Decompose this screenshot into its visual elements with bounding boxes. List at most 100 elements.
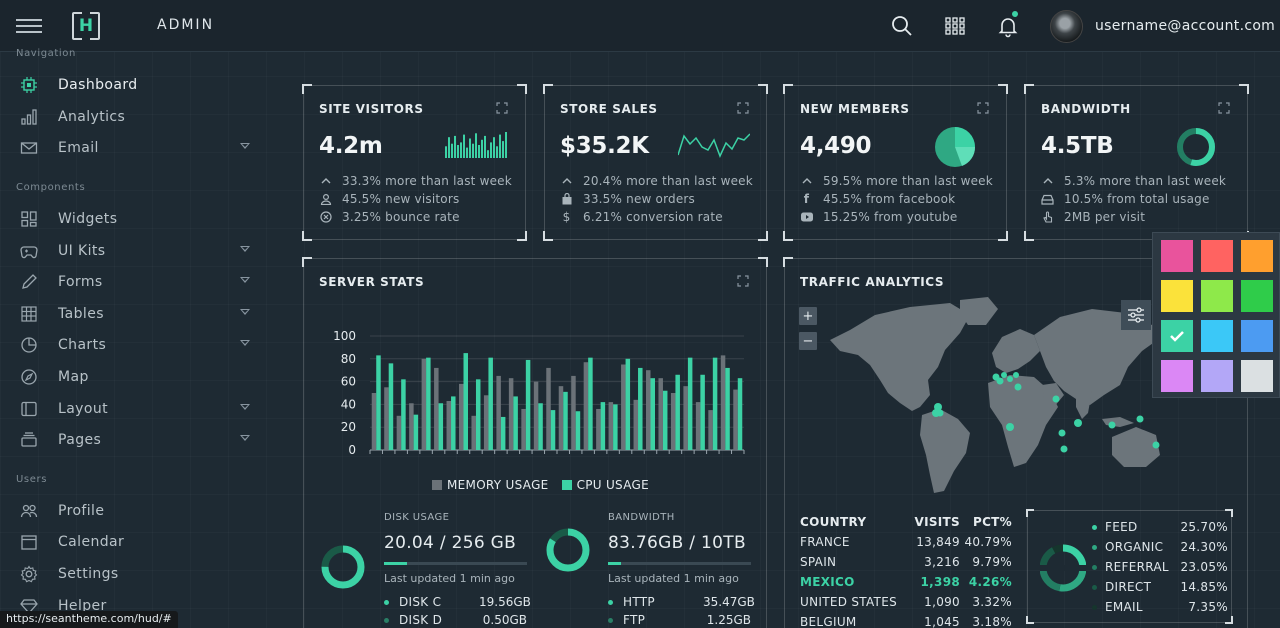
stat-line: 3.25% bounce rate (319, 210, 460, 224)
bandwidth-usage-label: BANDWIDTH (608, 512, 675, 523)
chevron-down-icon[interactable] (240, 340, 250, 346)
sidebar-item-pages[interactable]: Pages (18, 429, 258, 451)
bar-chart-icon (18, 107, 40, 127)
bandwidth-updated-text: Last updated 1 min ago (608, 572, 739, 585)
theme-swatch[interactable] (1161, 280, 1193, 312)
card-value: 4.5TB (1041, 133, 1114, 159)
sidebar-item-analytics[interactable]: Analytics (18, 106, 258, 128)
bar-cpu (638, 367, 643, 450)
spark-bar (445, 146, 447, 158)
theme-swatch[interactable] (1201, 280, 1233, 312)
theme-swatch[interactable] (1201, 360, 1233, 392)
table-row[interactable]: UNITED STATES 1,090 3.32% (800, 592, 1012, 612)
apps-grid-icon[interactable] (943, 14, 967, 38)
search-icon[interactable] (890, 14, 914, 38)
chevron-down-icon[interactable] (240, 435, 250, 441)
check-icon (1170, 331, 1184, 342)
bar-cpu (438, 403, 444, 450)
progress-fill (608, 562, 621, 565)
theme-swatch[interactable] (1161, 240, 1193, 272)
bar-cpu (712, 357, 718, 450)
chevron-down-icon[interactable] (240, 404, 250, 410)
spark-bar (472, 143, 474, 158)
list-item: HTTP 35.47GB (608, 593, 755, 611)
traffic-sources-list: FEED 25.70% ORGANIC 24.30% REFERRAL 23.05% … (1092, 517, 1228, 617)
sidebar-item-layout[interactable]: Layout (18, 398, 258, 420)
bar-memory (496, 375, 501, 450)
chevron-down-icon[interactable] (240, 309, 250, 315)
expand-icon[interactable] (737, 102, 749, 114)
dollar-icon: $ (562, 210, 571, 224)
visitors-sparkline (445, 132, 507, 158)
theme-swatch[interactable] (1161, 360, 1193, 392)
chevron-down-icon[interactable] (240, 143, 250, 149)
sidebar-item-widgets[interactable]: Widgets (18, 208, 258, 230)
stat-line: f 45.5% from facebook (800, 192, 955, 206)
world-map[interactable] (820, 295, 1160, 495)
bar-memory (371, 393, 377, 450)
sidebar-item-settings[interactable]: Settings (18, 563, 258, 585)
chevron-up-icon (1041, 175, 1054, 188)
map-filter-button[interactable] (1121, 300, 1151, 330)
sliders-icon (1128, 307, 1144, 323)
chevron-up-icon (800, 175, 813, 188)
username-label[interactable]: username@account.com (1095, 18, 1275, 34)
expand-icon[interactable] (977, 102, 989, 114)
table-row[interactable]: BELGIUM 1,045 3.18% (800, 612, 1012, 628)
bar-memory (646, 370, 651, 450)
chevron-down-icon[interactable] (240, 246, 250, 252)
list-item: DIRECT 14.85% (1092, 577, 1228, 597)
sidebar-item-ui-kits[interactable]: UI Kits (18, 240, 258, 262)
stat-line: 33.5% new orders (560, 192, 695, 206)
bar-memory (733, 389, 738, 450)
theme-swatch[interactable] (1161, 320, 1193, 352)
expand-icon[interactable] (496, 102, 508, 114)
sidebar-item-charts[interactable]: Charts (18, 334, 258, 356)
list-item: FEED 25.70% (1092, 517, 1228, 537)
theme-swatch[interactable] (1241, 360, 1273, 392)
sidebar-item-tables[interactable]: Tables (18, 303, 258, 325)
sidebar-item-profile[interactable]: Profile (18, 500, 258, 522)
bar-memory (608, 402, 614, 450)
table-row[interactable]: MEXICO 1,398 4.26% (800, 572, 1012, 592)
bell-icon[interactable] (996, 14, 1020, 38)
theme-swatch[interactable] (1201, 320, 1233, 352)
spark-bar (475, 133, 477, 158)
card-value: 4.2m (319, 133, 383, 159)
table-row[interactable]: FRANCE 13,849 40.79% (800, 532, 1012, 552)
sidebar-item-email[interactable]: Email (18, 137, 258, 159)
top-bar: H ADMIN username@account.com (0, 0, 1280, 52)
spark-bar (487, 150, 489, 158)
map-zoom-out-button[interactable]: − (799, 332, 817, 350)
sidebar-item-calendar[interactable]: Calendar (18, 531, 258, 553)
stat-line: 5.3% more than last week (1041, 174, 1226, 188)
map-zoom-in-button[interactable]: + (799, 307, 817, 325)
legend-swatch-cpu (561, 480, 572, 490)
theme-swatch[interactable] (1241, 240, 1273, 272)
sidebar-item-dashboard[interactable]: Dashboard (18, 74, 258, 96)
chevron-down-icon[interactable] (240, 277, 250, 283)
bar-cpu (700, 374, 705, 450)
app-title[interactable]: ADMIN (157, 17, 214, 33)
bar-memory (670, 393, 676, 450)
envelope-icon (18, 138, 40, 158)
bar-memory (621, 364, 626, 450)
avatar[interactable] (1050, 10, 1083, 43)
legend-label-cpu: CPU USAGE (576, 478, 649, 492)
nav-header-users: Users (16, 474, 48, 485)
bar-cpu (500, 416, 506, 450)
status-bar-url: https://seantheme.com/hud/# (0, 611, 178, 628)
theme-swatch[interactable] (1201, 240, 1233, 272)
sidebar-item-forms[interactable]: Forms (18, 271, 258, 293)
bar-memory (483, 395, 489, 450)
y-tick-label: 40 (341, 397, 356, 411)
map-india (1076, 391, 1092, 419)
list-item: DISK D 0.50GB (384, 611, 527, 628)
expand-icon[interactable] (1218, 102, 1230, 114)
theme-swatch[interactable] (1241, 320, 1273, 352)
sidebar-item-map[interactable]: Map (18, 366, 258, 388)
menu-toggle-icon[interactable] (16, 19, 42, 33)
brand-logo[interactable]: H (72, 11, 100, 41)
theme-swatch[interactable] (1241, 280, 1273, 312)
table-row[interactable]: SPAIN 3,216 9.79% (800, 552, 1012, 572)
